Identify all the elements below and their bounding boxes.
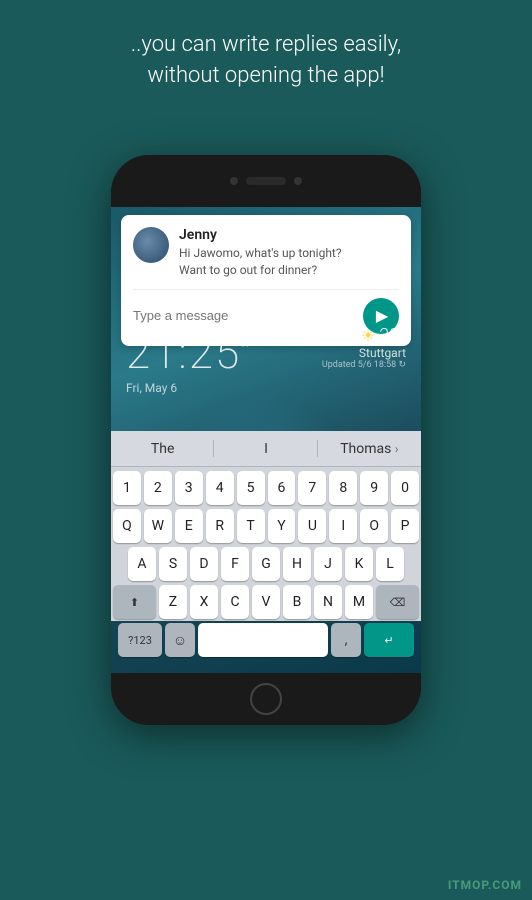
emoji-key[interactable]: ☺ [165, 623, 195, 657]
weather-updated: Updated 5/6 18:58 ↻ [322, 360, 406, 370]
send-icon: ▶ [376, 306, 388, 325]
word-suggestions: The I Thomas › [111, 431, 421, 467]
avatar-image [133, 227, 169, 263]
delete-key[interactable]: ⌫ [376, 585, 419, 619]
weather-widget: ☀ 22° Stuttgart Updated 5/6 18:58 ↻ [322, 325, 406, 370]
weather-temp: 22° [379, 325, 406, 346]
keyboard-area: The I Thomas › 1 2 3 4 5 6 7 8 [111, 431, 421, 621]
key-m[interactable]: M [345, 585, 373, 619]
phone-front-sensor [294, 177, 302, 185]
key-5[interactable]: 5 [237, 471, 265, 505]
key-b[interactable]: B [283, 585, 311, 619]
phone-top-bezel [111, 155, 421, 207]
promo-line1: ..you can write replies easily, [30, 30, 502, 61]
key-9[interactable]: 9 [360, 471, 388, 505]
time-display: 21:25 [126, 327, 241, 379]
phone-shell: Jenny Hi Jawomo, what's up tonight? Want… [111, 155, 421, 725]
key-6[interactable]: 6 [268, 471, 296, 505]
key-x[interactable]: X [190, 585, 218, 619]
key-f[interactable]: F [221, 547, 249, 581]
space-row: ?123 ☺ , ↵ [113, 623, 419, 657]
key-k[interactable]: K [345, 547, 373, 581]
asdf-row: A S D F G H J K L [113, 547, 419, 581]
key-p[interactable]: P [391, 509, 419, 543]
key-1[interactable]: 1 [113, 471, 141, 505]
shift-key[interactable]: ⬆ [113, 585, 156, 619]
number-row: 1 2 3 4 5 6 7 8 9 0 [113, 471, 419, 505]
key-a[interactable]: A [128, 547, 156, 581]
suggestion-i[interactable]: I [214, 435, 317, 463]
key-n[interactable]: N [314, 585, 342, 619]
weather-temp-row: ☀ 22° [322, 325, 406, 346]
notification-header: Jenny Hi Jawomo, what's up tonight? Want… [133, 227, 399, 279]
contact-name: Jenny [179, 227, 399, 243]
message-line2: Want to go out for dinner? [179, 263, 317, 277]
key-d[interactable]: D [190, 547, 218, 581]
notification-message: Hi Jawomo, what's up tonight? Want to go… [179, 245, 399, 279]
key-4[interactable]: 4 [206, 471, 234, 505]
key-o[interactable]: O [360, 509, 388, 543]
lock-time: 21:25* [126, 327, 251, 379]
phone-speaker [246, 177, 286, 185]
watermark: ITMOP.COM [448, 878, 522, 892]
qwerty-row: Q W E R T Y U I O P [113, 509, 419, 543]
message-line1: Hi Jawomo, what's up tonight? [179, 246, 342, 260]
key-i[interactable]: I [329, 509, 357, 543]
key-8[interactable]: 8 [329, 471, 357, 505]
key-q[interactable]: Q [113, 509, 141, 543]
key-g[interactable]: G [252, 547, 280, 581]
lock-time-area: 21:25* Fri, May 6 [126, 327, 251, 395]
key-t[interactable]: T [237, 509, 265, 543]
key-c[interactable]: C [221, 585, 249, 619]
time-asterisk: * [241, 336, 251, 357]
key-3[interactable]: 3 [175, 471, 203, 505]
key-2[interactable]: 2 [144, 471, 172, 505]
lock-date: Fri, May 6 [126, 381, 251, 395]
enter-key[interactable]: ↵ [364, 623, 414, 657]
promo-line2: without opening the app! [30, 61, 502, 92]
reply-input[interactable] [133, 304, 363, 327]
sun-icon: ☀ [361, 326, 375, 345]
phone-camera [230, 177, 238, 185]
key-l[interactable]: L [376, 547, 404, 581]
avatar [133, 227, 169, 263]
phone-screen: Jenny Hi Jawomo, what's up tonight? Want… [111, 207, 421, 673]
key-z[interactable]: Z [159, 585, 187, 619]
key-j[interactable]: J [314, 547, 342, 581]
promo-text: ..you can write replies easily, without … [0, 30, 532, 92]
suggestion-thomas[interactable]: Thomas › [318, 435, 421, 463]
notification-content: Jenny Hi Jawomo, what's up tonight? Want… [179, 227, 399, 279]
comma-key[interactable]: , [331, 623, 361, 657]
key-v[interactable]: V [252, 585, 280, 619]
space-key[interactable] [198, 623, 328, 657]
suggestion-arrow: › [395, 442, 399, 456]
key-7[interactable]: 7 [298, 471, 326, 505]
key-u[interactable]: U [298, 509, 326, 543]
key-r[interactable]: R [206, 509, 234, 543]
key-y[interactable]: Y [268, 509, 296, 543]
home-button[interactable] [250, 683, 282, 715]
key-0[interactable]: 0 [391, 471, 419, 505]
suggestion-the[interactable]: The [111, 435, 214, 463]
keyboard-rows: 1 2 3 4 5 6 7 8 9 0 Q W E R T [111, 467, 421, 663]
weather-city: Stuttgart [322, 346, 406, 360]
phone-bottom-bezel [111, 673, 421, 725]
key-e[interactable]: E [175, 509, 203, 543]
key-w[interactable]: W [144, 509, 172, 543]
symbols-key[interactable]: ?123 [118, 623, 162, 657]
zxcv-row: ⬆ Z X C V B N M ⌫ [113, 585, 419, 619]
key-s[interactable]: S [159, 547, 187, 581]
key-h[interactable]: H [283, 547, 311, 581]
